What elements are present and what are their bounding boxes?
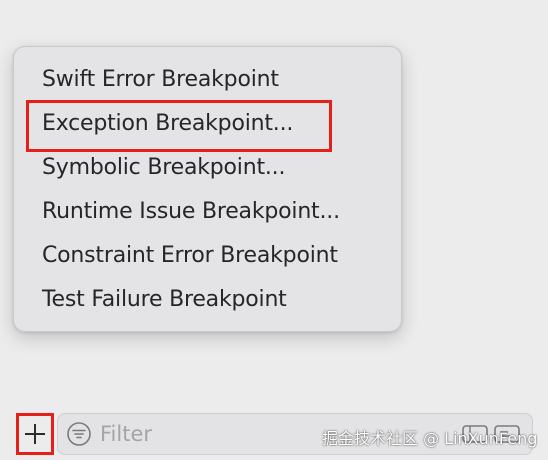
menu-item-runtime-issue-breakpoint[interactable]: Runtime Issue Breakpoint... bbox=[42, 198, 340, 226]
menu-item-swift-error-breakpoint[interactable]: Swift Error Breakpoint bbox=[42, 66, 279, 94]
plus-icon bbox=[25, 424, 45, 444]
filter-input[interactable] bbox=[100, 420, 320, 448]
highlight-annotation-exception bbox=[26, 100, 332, 152]
filter-icon bbox=[67, 422, 91, 446]
menu-item-symbolic-breakpoint[interactable]: Symbolic Breakpoint... bbox=[42, 154, 285, 182]
menu-item-constraint-error-breakpoint[interactable]: Constraint Error Breakpoint bbox=[42, 242, 338, 270]
add-breakpoint-menu: Swift Error Breakpoint Exception Breakpo… bbox=[13, 46, 402, 332]
menu-item-test-failure-breakpoint[interactable]: Test Failure Breakpoint bbox=[42, 286, 287, 314]
add-breakpoint-button[interactable] bbox=[16, 413, 54, 455]
watermark-text: 掘金技术社区 @ LinXunFeng bbox=[322, 429, 538, 448]
